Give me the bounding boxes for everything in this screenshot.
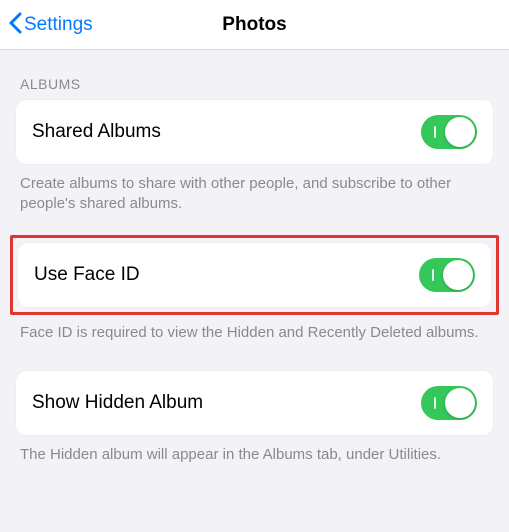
shared-albums-label: Shared Albums	[32, 121, 161, 143]
page-title: Photos	[222, 14, 286, 36]
face-id-footer: Face ID is required to view the Hidden a…	[16, 313, 493, 343]
toggle-on-icon	[432, 269, 434, 281]
section-header-albums: ALBUMS	[16, 50, 493, 100]
back-button[interactable]: Settings	[8, 12, 93, 38]
face-id-label: Use Face ID	[34, 264, 140, 286]
highlight-box: Use Face ID	[10, 235, 499, 315]
hidden-album-footer: The Hidden album will appear in the Albu…	[16, 435, 493, 465]
toggle-on-icon	[434, 126, 436, 138]
hidden-album-toggle[interactable]	[421, 386, 477, 420]
toggle-knob	[443, 260, 473, 290]
navigation-bar: Settings Photos	[0, 0, 509, 50]
row-show-hidden-album[interactable]: Show Hidden Album	[16, 371, 493, 435]
face-id-toggle[interactable]	[419, 258, 475, 292]
row-shared-albums[interactable]: Shared Albums	[16, 100, 493, 164]
toggle-knob	[445, 117, 475, 147]
hidden-album-label: Show Hidden Album	[32, 392, 203, 414]
shared-albums-footer: Create albums to share with other people…	[16, 164, 493, 215]
chevron-left-icon	[8, 12, 22, 38]
toggle-on-icon	[434, 397, 436, 409]
row-use-face-id[interactable]: Use Face ID	[18, 243, 491, 307]
toggle-knob	[445, 388, 475, 418]
back-label: Settings	[24, 14, 93, 36]
shared-albums-toggle[interactable]	[421, 115, 477, 149]
